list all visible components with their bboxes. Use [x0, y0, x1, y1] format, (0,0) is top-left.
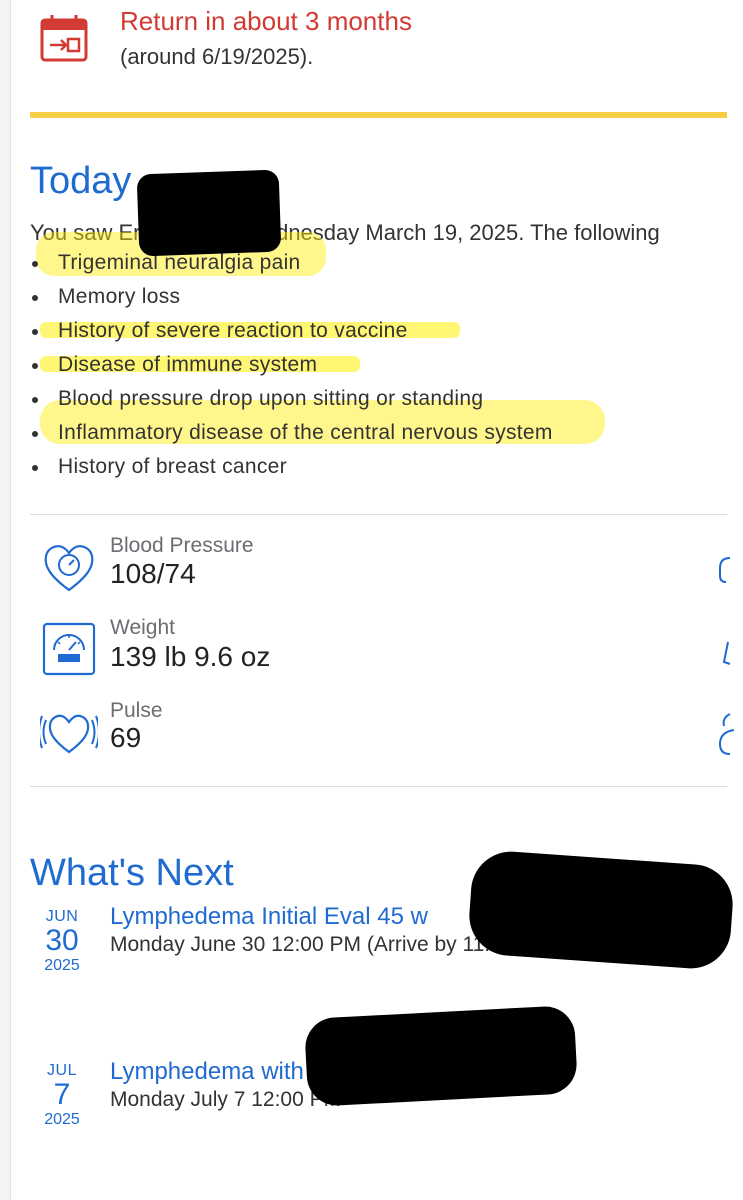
page-edge — [10, 0, 11, 1200]
vital-value-pulse: 69 — [110, 722, 142, 753]
vital-value-blood-pressure: 108/74 — [110, 558, 196, 589]
appointment-day: 30 — [45, 924, 79, 957]
diagnosis-list: Trigeminal neuralgia pain Memory loss Hi… — [30, 246, 740, 484]
scale-icon — [42, 622, 96, 676]
return-visit-date: (around 6/19/2025). — [120, 44, 314, 69]
redaction-mark — [136, 169, 282, 257]
diagnosis-item: History of severe reaction to vaccine — [30, 314, 740, 348]
diagnosis-item: Trigeminal neuralgia pain — [30, 246, 740, 280]
chevron-edge-icon[interactable] — [716, 552, 740, 592]
visit-summary-line: You saw Er Wednesday March 19, 2025. The … — [30, 220, 660, 246]
section-divider-yellow — [30, 112, 727, 118]
appointment-date: JUN 30 2025 — [32, 908, 92, 976]
diagnosis-item: History of breast cancer — [30, 450, 740, 484]
appointment-time: Monday July 7 12:00 PM — [110, 1088, 342, 1111]
appointment-title[interactable]: Lymphedema Initial Eval 45 w — [110, 903, 428, 931]
vital-label-weight: Weight — [110, 616, 175, 639]
vital-label-blood-pressure: Blood Pressure — [110, 534, 254, 557]
vital-label-pulse: Pulse — [110, 699, 163, 722]
vital-value-weight: 139 lb 9.6 oz — [110, 641, 271, 672]
appointment-title[interactable]: Lymphedema with K — [110, 1058, 327, 1086]
appointment-year: 2025 — [44, 1111, 80, 1128]
diagnosis-item: Memory loss — [30, 280, 740, 314]
return-visit-title: Return in about 3 months — [120, 6, 412, 36]
heart-gauge-icon — [44, 545, 94, 592]
appointment-year: 2025 — [44, 957, 80, 974]
todays-visit-heading: Today — [30, 160, 132, 202]
redaction-mark — [303, 1004, 579, 1108]
calendar-return-icon — [40, 15, 88, 62]
pulse-heart-icon — [40, 714, 98, 754]
diagnosis-item: Blood pressure drop upon sitting or stan… — [30, 382, 740, 416]
section-divider — [30, 786, 727, 787]
diagnosis-item: Disease of immune system — [30, 348, 740, 382]
whats-next-heading: What's Next — [30, 852, 234, 894]
diagnosis-item: Inflammatory disease of the central nerv… — [30, 416, 740, 450]
appointment-day: 7 — [53, 1078, 71, 1111]
chevron-edge-icon[interactable] — [716, 710, 740, 760]
visit-summary-prefix: You saw Er — [30, 220, 141, 245]
redaction-mark — [466, 848, 736, 972]
section-divider — [30, 514, 727, 515]
visit-summary-suffix: Wednesday March 19, 2025. The following — [243, 220, 660, 245]
appointment-date: JUL 7 2025 — [32, 1062, 92, 1130]
chevron-edge-icon[interactable] — [716, 636, 740, 676]
